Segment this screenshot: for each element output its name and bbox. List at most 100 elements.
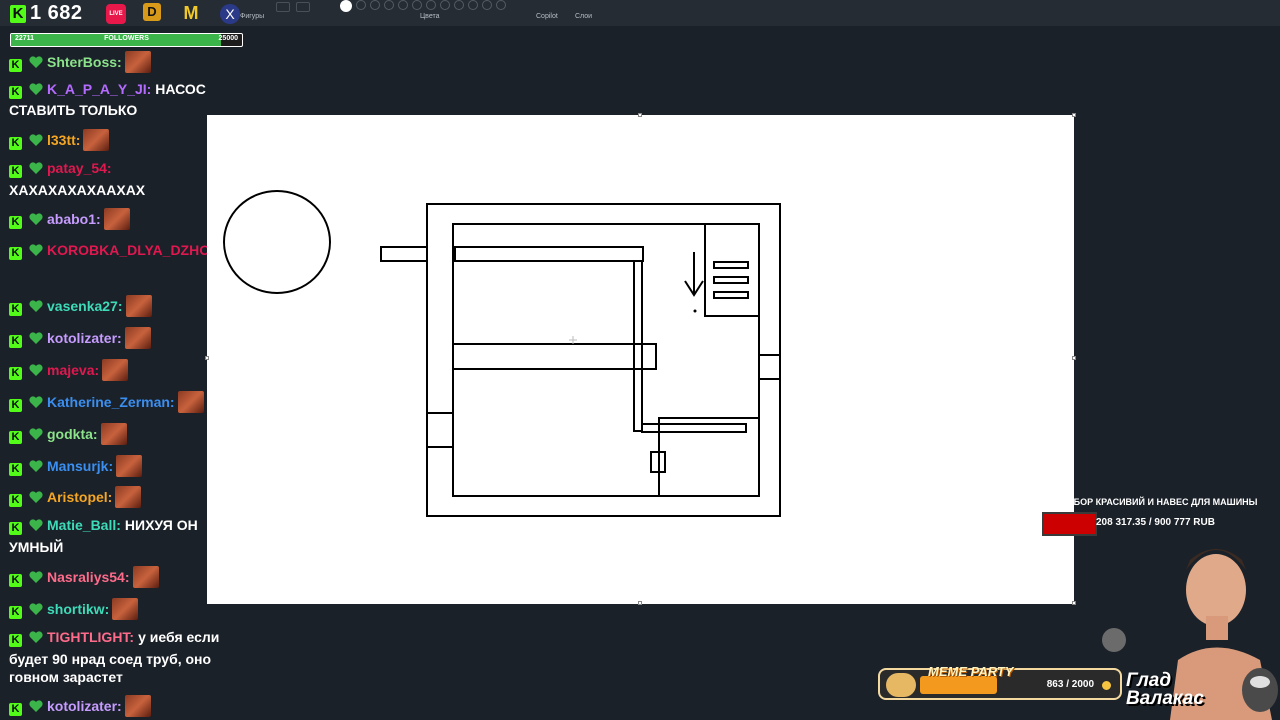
d-app-icon: D [143,3,161,21]
canvas-resize-handle[interactable] [1072,601,1076,605]
chat-username[interactable]: Katherine_Zerman: [47,394,175,410]
chat-username[interactable]: ababo1: [47,211,101,227]
chat-username[interactable]: ShterBoss: [47,54,122,70]
chat-message: Kkotolizater: [9,327,151,349]
tool-icon[interactable] [276,2,290,12]
chat-username[interactable]: TIGHTLIGHT: [47,629,134,645]
drawing-svg [223,190,781,517]
chat-username[interactable]: Nasraliys54: [47,569,130,585]
followers-target: 25000 [218,35,238,42]
middle-shelf [452,343,657,370]
chat-message: K Katherine_Zerman: [9,391,204,413]
vent-box [704,223,760,317]
emote-icon [124,51,151,73]
kick-badge-icon: K [9,430,22,444]
chat-text: НАСОС [155,81,206,97]
copilot-label[interactable]: Copilot [536,13,558,20]
chat-message: K ShterBoss: [9,51,151,73]
subscriber-heart-icon [29,332,43,344]
corner-partition [658,417,759,495]
chat-message: K Aristopel: [9,486,142,508]
donation-goal-bar [1042,512,1097,536]
chat-username[interactable]: kotolizater: [47,330,122,346]
viewer-count: 1 682 [30,2,83,24]
followers-label: FOLLOWERS [104,35,149,42]
colors-label[interactable]: Цвета [420,13,440,20]
subscriber-heart-icon [29,603,43,615]
layers-label[interactable]: Слои [575,13,592,20]
kick-badge-icon: K [9,573,22,587]
shapes-label[interactable]: Фигуры [240,13,264,20]
emote-icon [115,486,142,508]
swatch-empty[interactable] [398,0,408,10]
swatch-empty[interactable] [468,0,478,10]
chat-username[interactable]: godkta: [47,426,98,442]
chat-text-continuation: СТАВИТЬ ТОЛЬКО [9,102,138,118]
chat-text: НИХУЯ ОН [124,517,198,533]
swatch-empty[interactable] [496,0,506,10]
kick-badge-icon: K [9,246,22,260]
chat-username[interactable]: kotolizater: [47,698,122,714]
chat-message: Kpatay_54: [9,159,112,178]
emote-icon [100,423,127,445]
chat-username[interactable]: patay_54: [47,160,112,176]
streamer-name-line2: Валакас [1126,688,1204,709]
chat-username[interactable]: vasenka27: [47,298,123,314]
followers-goal-bar: 22711 FOLLOWERS 25000 [10,33,243,47]
donation-goal-amount: 208 317.35 / 900 777 RUB [1096,517,1215,528]
chat-message: Kmajeva: [9,359,129,381]
swatch-empty[interactable] [356,0,366,10]
swatch-white[interactable] [340,0,352,12]
kick-badge-icon: K [9,462,22,476]
canvas-resize-handle[interactable] [1072,113,1076,117]
meme-party-count: 863 / 2000 [1046,679,1094,690]
chat-username[interactable]: l33tt: [47,132,80,148]
canvas-resize-handle[interactable] [1072,356,1076,360]
tool-icon[interactable] [296,2,310,12]
paint-canvas[interactable] [207,115,1074,604]
small-avatar [1102,628,1126,652]
kick-badge-icon: K [9,58,22,72]
kick-badge-icon: K [9,334,22,348]
swatch-empty[interactable] [384,0,394,10]
subscriber-heart-icon [29,396,43,408]
vent-slot [713,291,749,299]
crosshair-cursor-icon [569,336,577,344]
chat-username[interactable]: Matie_Ball: [47,517,121,533]
emote-icon [103,208,130,230]
swatch-empty[interactable] [426,0,436,10]
meme-party-widget: MEME PARTY 863 / 2000 [878,664,1122,700]
swatch-empty[interactable] [370,0,380,10]
swatch-empty[interactable] [412,0,422,10]
chat-message: Kshortikw: [9,598,139,620]
chat-username[interactable]: K_A_P_A_Y_JI: [47,81,151,97]
subscriber-heart-icon [29,300,43,312]
top-shelf [454,246,644,262]
canvas-resize-handle[interactable] [205,356,209,360]
subscriber-heart-icon [29,56,43,68]
swatch-empty[interactable] [454,0,464,10]
canvas-resize-handle[interactable] [638,113,642,117]
chat-message: Kvasenka27: [9,295,152,317]
kick-badge-icon: K [9,398,22,412]
chat-text-continuation: говном зарастет [9,669,123,685]
canvas-resize-handle[interactable] [638,601,642,605]
kick-logo-icon: K [10,4,26,23]
chat-username[interactable]: majeva: [47,362,99,378]
chat-message: Kgodkta: [9,423,127,445]
bench [641,423,747,433]
chat-text: у иебя если [138,629,220,645]
subscriber-heart-icon [29,162,43,174]
subscriber-heart-icon [29,571,43,583]
color-swatches [340,0,506,12]
swatch-empty[interactable] [482,0,492,10]
doge-icon [886,673,916,697]
subscriber-heart-icon [29,244,43,256]
right-door [758,354,781,380]
subscriber-heart-icon [29,491,43,503]
emote-icon [124,695,151,717]
chat-username[interactable]: Aristopel: [47,489,112,505]
chat-username[interactable]: Mansurjk: [47,458,113,474]
swatch-empty[interactable] [440,0,450,10]
chat-username[interactable]: shortikw: [47,601,109,617]
